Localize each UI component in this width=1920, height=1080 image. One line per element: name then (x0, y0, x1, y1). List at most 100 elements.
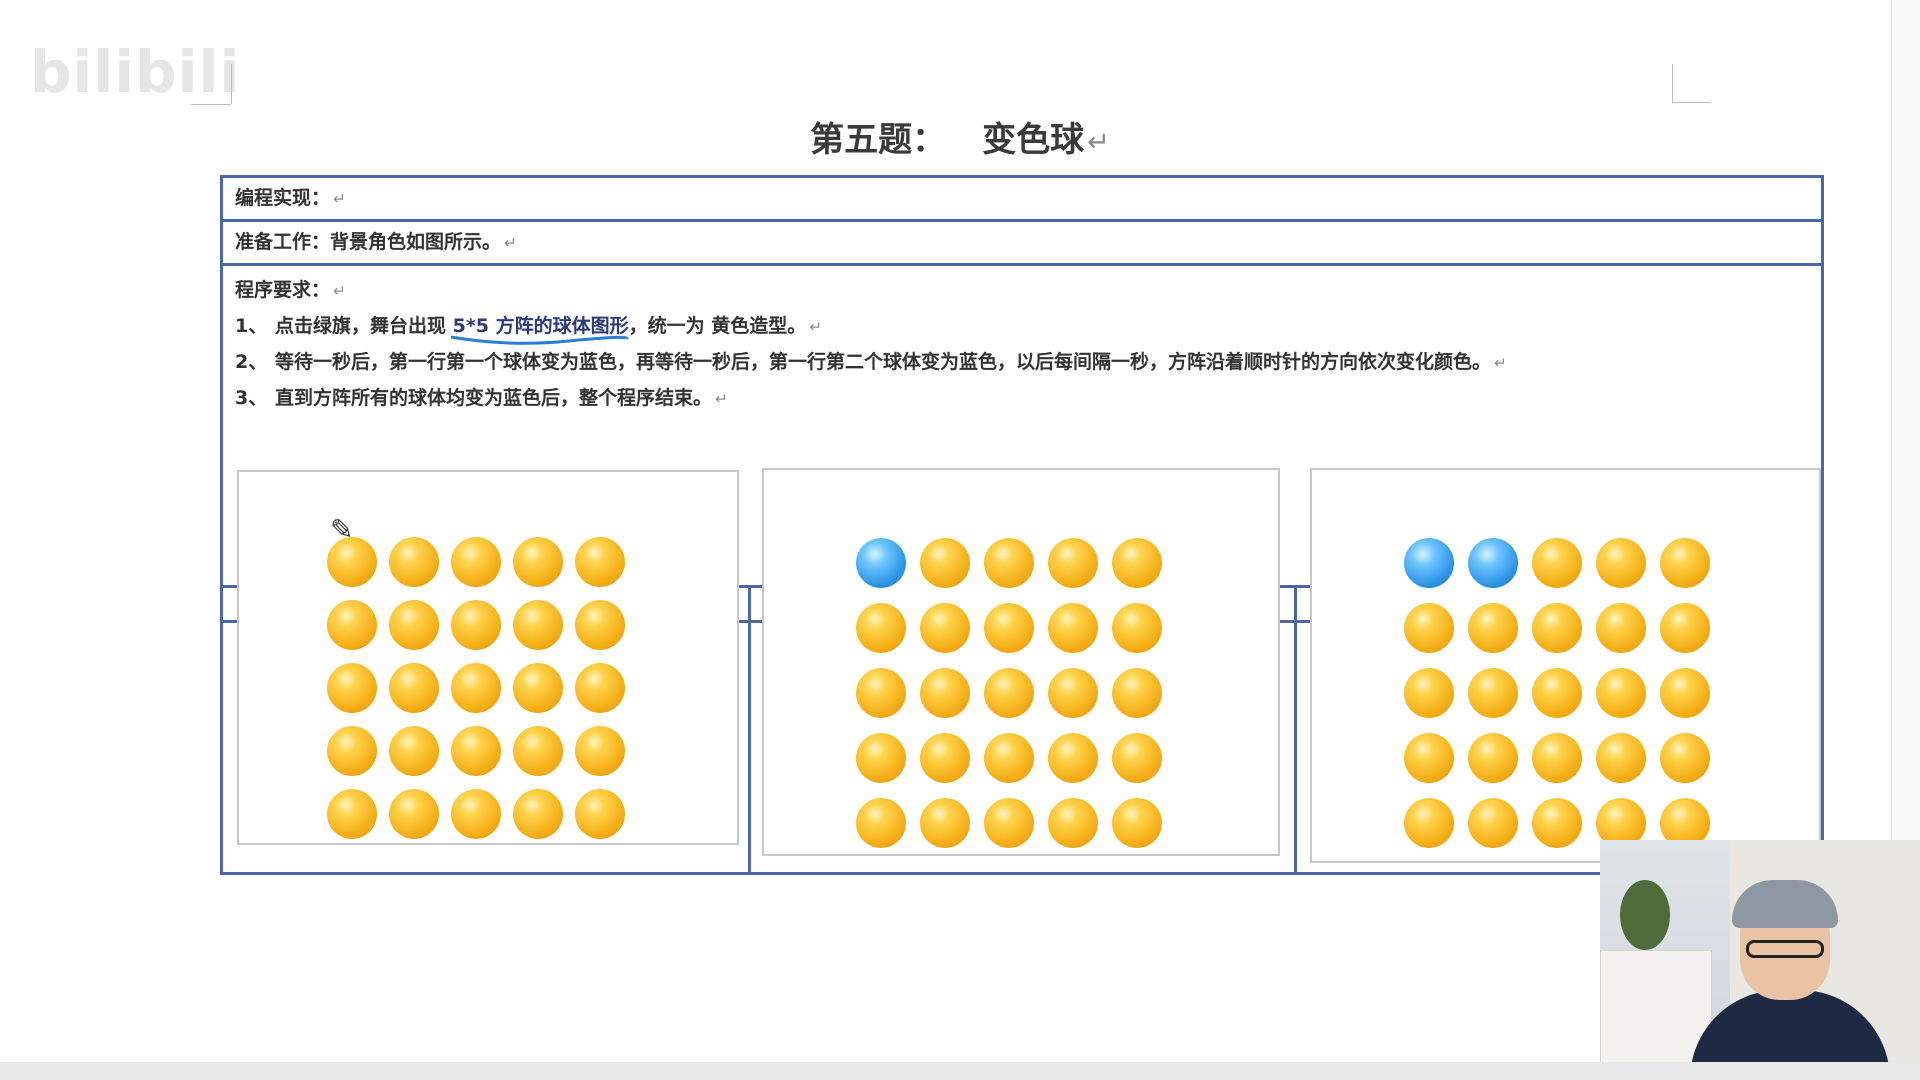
programming-label: 编程实现： (235, 187, 331, 209)
ball-yellow (327, 600, 377, 650)
ball-yellow (1048, 603, 1098, 653)
requirement-item-1: 1、 点击绿旗，舞台出现 5*5 方阵的球体图形 ，统一为 黄色造型。 ↵ (235, 308, 1821, 345)
ball-yellow (1660, 668, 1710, 718)
ball-yellow (920, 668, 970, 718)
page-corner-mark-right (1672, 64, 1711, 103)
ball-yellow (327, 663, 377, 713)
ball-blue (1404, 538, 1454, 588)
paragraph-mark: ↵ (1087, 127, 1110, 158)
ball-yellow (1532, 603, 1582, 653)
ball-yellow (856, 733, 906, 783)
ball-yellow (389, 537, 439, 587)
ball-yellow (1404, 733, 1454, 783)
ball-yellow (575, 663, 625, 713)
ball-yellow (1532, 733, 1582, 783)
ball-yellow (513, 600, 563, 650)
ball-yellow (920, 733, 970, 783)
ball-yellow (451, 600, 501, 650)
ball-yellow (513, 726, 563, 776)
ball-yellow (513, 789, 563, 839)
figure-3-stage (1310, 468, 1821, 863)
ball-yellow (856, 798, 906, 848)
ball-yellow (451, 726, 501, 776)
requirements-table: 编程实现： ↵ 准备工作：背景角色如图所示。 ↵ 程序要求： ↵ 1、 点击绿旗，舞台出… (220, 175, 1824, 875)
document-title: 第五题： 变色球 ↵ (0, 112, 1920, 161)
ball-yellow (856, 668, 906, 718)
ball-yellow (1660, 538, 1710, 588)
ball-yellow (1048, 733, 1098, 783)
ball-yellow (1404, 668, 1454, 718)
bottom-status-bar (0, 1062, 1920, 1080)
ball-yellow (1112, 538, 1162, 588)
requirements-heading-line: 程序要求： ↵ (235, 279, 346, 301)
ball-yellow (1468, 603, 1518, 653)
ball-yellow (1596, 538, 1646, 588)
ball-yellow (1112, 603, 1162, 653)
ball-yellow (327, 726, 377, 776)
ball-blue (1468, 538, 1518, 588)
ball-yellow (984, 733, 1034, 783)
ball-yellow (1048, 538, 1098, 588)
ball-yellow (513, 537, 563, 587)
ball-yellow (1112, 733, 1162, 783)
ball-yellow (920, 538, 970, 588)
ball-yellow (1660, 603, 1710, 653)
ball-yellow (984, 538, 1034, 588)
column-divider-1 (748, 588, 751, 872)
webcam-overlay (1600, 840, 1920, 1080)
underlined-highlight: 5*5 方阵的球体图形 (450, 315, 629, 345)
ball-yellow (389, 663, 439, 713)
row-programming: 编程实现： ↵ (223, 178, 1821, 222)
title-part1: 第五题： (810, 120, 947, 160)
ball-yellow (575, 789, 625, 839)
ball-yellow (1532, 668, 1582, 718)
ball-blue (856, 538, 906, 588)
ball-yellow (575, 537, 625, 587)
webcam-person-glasses (1746, 940, 1824, 958)
ball-yellow (1596, 733, 1646, 783)
ball-yellow (1404, 798, 1454, 848)
figure-1-stage (237, 470, 739, 845)
ball-grid-1 (327, 537, 625, 839)
ball-yellow (575, 726, 625, 776)
requirement-item-3: 3、 直到方阵所有的球体均变为蓝色后，整个程序结束。 ↵ (235, 387, 728, 409)
column-divider-2 (1294, 588, 1297, 872)
ball-yellow (1404, 603, 1454, 653)
ball-yellow (389, 726, 439, 776)
ball-yellow (1468, 733, 1518, 783)
ball-grid-2 (856, 538, 1162, 848)
ball-yellow (856, 603, 906, 653)
ball-yellow (389, 789, 439, 839)
requirements-heading: 程序要求： (235, 279, 331, 301)
ball-yellow (984, 603, 1034, 653)
page-corner-mark-left-vertical (231, 64, 232, 104)
pen-underline-mark (450, 335, 629, 345)
ball-grid-3 (1404, 538, 1710, 848)
ball-yellow (1468, 798, 1518, 848)
ball-yellow (920, 603, 970, 653)
ball-yellow (1112, 668, 1162, 718)
row-preparation: 准备工作：背景角色如图所示。 ↵ (223, 222, 1821, 266)
requirement-item-2: 2、 等待一秒后，第一行第一个球体变为蓝色，再等待一秒后，第一行第二个球体变为蓝色… (235, 351, 1507, 373)
ball-yellow (1112, 798, 1162, 848)
pencil-cursor-icon: ✎ (330, 513, 354, 546)
ball-yellow (984, 668, 1034, 718)
ball-yellow (1532, 538, 1582, 588)
figure-2-stage (762, 468, 1280, 856)
ball-yellow (1596, 603, 1646, 653)
ball-yellow (984, 798, 1034, 848)
webcam-plant (1620, 880, 1670, 950)
ball-yellow (1596, 668, 1646, 718)
preparation-text: 准备工作：背景角色如图所示。 (235, 231, 502, 253)
ball-yellow (1048, 798, 1098, 848)
ball-yellow (1532, 798, 1582, 848)
ball-yellow (920, 798, 970, 848)
ball-yellow (451, 663, 501, 713)
ball-yellow (451, 789, 501, 839)
ball-yellow (1048, 668, 1098, 718)
ball-yellow (1468, 668, 1518, 718)
ball-yellow (451, 537, 501, 587)
page-corner-mark-left (191, 64, 231, 105)
title-part2: 变色球 (982, 120, 1085, 160)
ball-yellow (575, 600, 625, 650)
